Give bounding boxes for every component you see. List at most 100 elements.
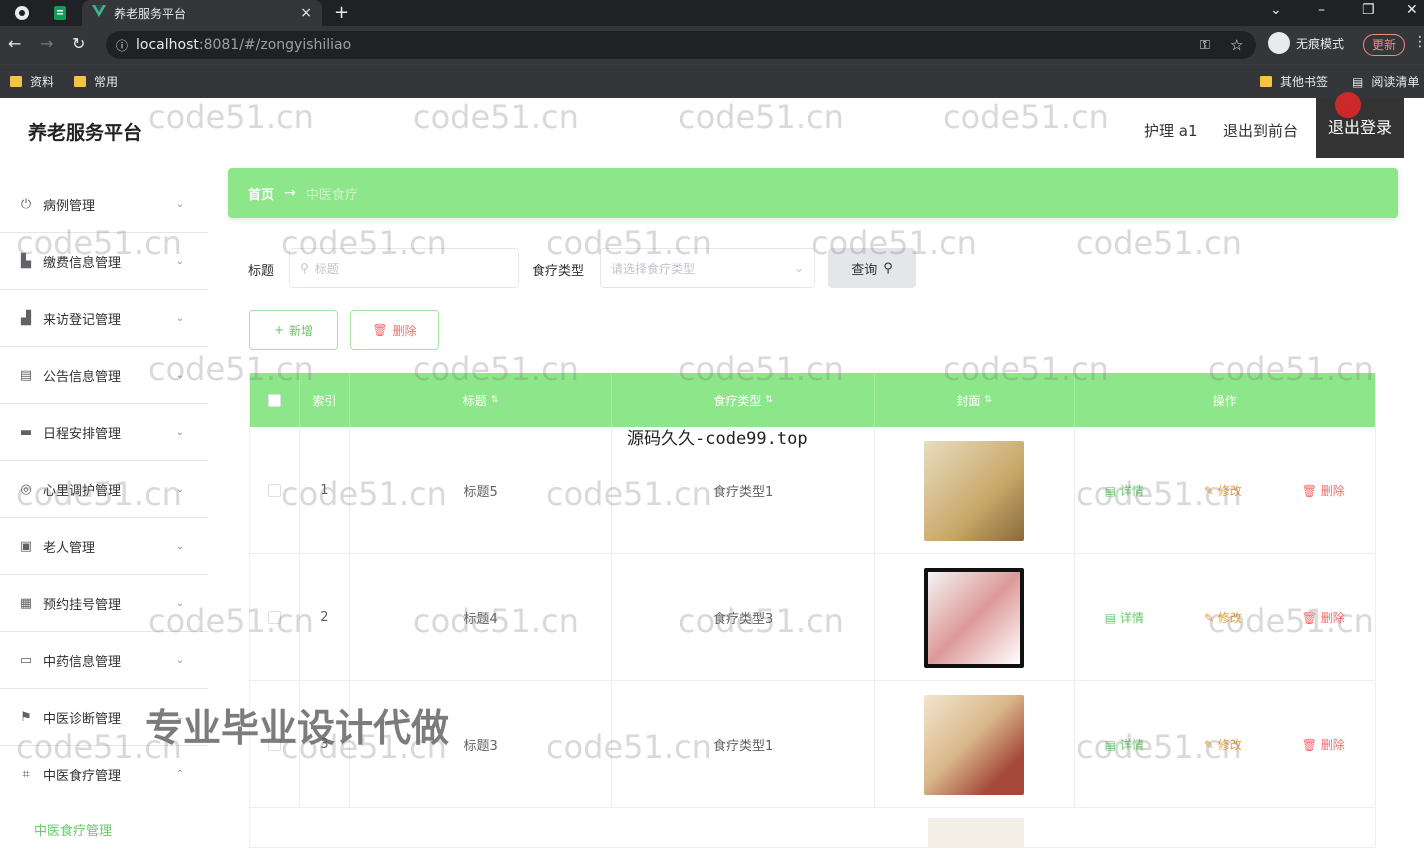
globe-icon[interactable]	[12, 3, 32, 23]
key-icon[interactable]: ⚿	[1200, 38, 1210, 53]
crop-icon: ⌗	[22, 767, 30, 782]
delete-button[interactable]: 🗑 删除	[1302, 482, 1345, 499]
row-checkbox[interactable]	[250, 554, 300, 681]
vue-icon	[92, 5, 106, 21]
sidebar-item-appointment[interactable]: ▦ 预约挂号管理 ⌄	[0, 575, 208, 632]
document-icon: ▣	[19, 538, 33, 554]
other-bookmarks[interactable]: 其他书签	[1260, 73, 1328, 90]
cell-index: 1	[300, 427, 350, 554]
chevron-up-icon: ⌃	[175, 769, 184, 780]
breadcrumb-arrow-icon: →	[284, 185, 296, 201]
sidebar-item-elderly[interactable]: ▣ 老人管理 ⌄	[0, 518, 208, 575]
sidebar-item-cases[interactable]: ⏻ 病例管理 ⌄	[0, 176, 208, 233]
bookmark-folder[interactable]: 常用	[74, 73, 118, 90]
forward-icon[interactable]: →	[40, 34, 53, 53]
breadcrumb-home[interactable]: 首页	[248, 184, 274, 203]
trash-icon: 🗑	[372, 323, 388, 337]
detail-button[interactable]: ▤ 详情	[1105, 482, 1144, 499]
cover-image[interactable]	[928, 818, 1024, 847]
sidebar-item-payment[interactable]: ▙ 缴费信息管理 ⌄	[0, 233, 208, 290]
sort-icon: ⇅	[765, 395, 773, 405]
sidebar-item-herbs[interactable]: ▭ 中药信息管理 ⌄	[0, 632, 208, 689]
restore-icon[interactable]: ❐	[1362, 2, 1375, 18]
type-select[interactable]: 请选择食疗类型 ⌄	[600, 248, 815, 288]
tab-bar: 养老服务平台 × + ⌄ – ❐ ✕	[0, 0, 1424, 26]
title-search-input[interactable]: ⚲ 标题	[289, 248, 519, 288]
edit-button[interactable]: ✎ 修改	[1204, 736, 1242, 753]
sidebar-item-notices[interactable]: ▤ 公告信息管理 ⌄	[0, 347, 208, 404]
col-actions: 操作	[1212, 393, 1237, 408]
row-checkbox[interactable]	[250, 681, 300, 808]
bookmark-folder[interactable]: 资料	[10, 73, 54, 90]
tab-close-icon[interactable]: ×	[300, 5, 312, 21]
incognito-badge[interactable]: 无痕模式	[1268, 32, 1344, 54]
select-all-checkbox[interactable]	[250, 373, 300, 427]
row-checkbox[interactable]	[250, 427, 300, 554]
briefcase-icon: ▬	[19, 424, 33, 440]
star-icon[interactable]: ☆	[1230, 36, 1243, 54]
batch-delete-button[interactable]: 🗑 删除	[350, 310, 439, 350]
menu-dots-icon[interactable]: ⋮	[1413, 34, 1424, 50]
search-form: 标题 ⚲ 标题 食疗类型 请选择食疗类型 ⌄ 查询 ⚲	[248, 248, 1148, 288]
reload-icon[interactable]: ↻	[72, 34, 85, 53]
tab-title: 养老服务平台	[114, 6, 187, 21]
col-cover[interactable]: 封面 ⇅	[875, 373, 1075, 427]
search-icon: ⚲	[883, 260, 893, 276]
sidebar-subitem-diet[interactable]: 中医食疗管理	[0, 803, 208, 855]
col-index: 索引	[300, 373, 350, 427]
new-tab-button[interactable]: +	[334, 2, 349, 23]
query-button[interactable]: 查询 ⚲	[828, 248, 916, 288]
delete-button[interactable]: 🗑 删除	[1302, 736, 1345, 753]
sheet-icon[interactable]	[50, 3, 70, 23]
chevron-down-icon: ⌄	[175, 369, 184, 381]
trash-icon: 🗑	[1301, 484, 1321, 498]
back-icon[interactable]: ←	[8, 34, 21, 53]
tab-search-icon[interactable]: ⌄	[1270, 2, 1282, 18]
col-type[interactable]: 食疗类型 ⇅	[612, 373, 875, 427]
edit-icon: ✎	[1203, 738, 1218, 752]
back-to-front-link[interactable]: 退出到前台	[1223, 120, 1298, 141]
edit-button[interactable]: ✎ 修改	[1204, 609, 1242, 626]
sidebar-item-diagnosis[interactable]: ⚑ 中医诊断管理 ⌄	[0, 689, 208, 746]
app-logo: 养老服务平台	[28, 122, 143, 144]
close-window-icon[interactable]: ✕	[1406, 2, 1418, 18]
reading-list[interactable]: ▤ 阅读清单	[1352, 73, 1419, 90]
sidebar-item-diet[interactable]: ⌗ 中医食疗管理 ⌃	[0, 746, 208, 803]
detail-button[interactable]: ▤ 详情	[1105, 609, 1144, 626]
info-icon[interactable]: ⓘ	[116, 37, 128, 54]
trash-icon: 🗑	[1301, 738, 1321, 752]
url-host: localhost	[136, 37, 199, 53]
table-row: 3 标题3 食疗类型1 ▤ 详情 ✎ 修改 🗑 删除	[250, 681, 1375, 808]
bookmarks-bar: 资料 常用 其他书签 ▤ 阅读清单	[0, 64, 1424, 98]
document-icon: ▤	[1104, 611, 1120, 625]
chevron-down-icon: ⌄	[175, 711, 184, 723]
table-header: 索引 标题 ⇅ 食疗类型 ⇅ 封面 ⇅ 操作	[250, 373, 1375, 427]
minimize-icon[interactable]: –	[1318, 2, 1325, 18]
add-button[interactable]: + 新增	[249, 310, 338, 350]
detail-button[interactable]: ▤ 详情	[1105, 736, 1144, 753]
cover-image[interactable]	[924, 694, 1025, 795]
type-label: 食疗类型	[532, 264, 585, 279]
edit-icon: ✎	[1203, 484, 1218, 498]
delete-button[interactable]: 🗑 删除	[1302, 609, 1345, 626]
sidebar-item-visitors[interactable]: ▟ 来访登记管理 ⌄	[0, 290, 208, 347]
app: 养老服务平台 护理 a1 退出到前台 退出登录 ⏻ 病例管理 ⌄ ▙ 缴费信息管理 ⌄ …	[0, 98, 1424, 848]
tab-active[interactable]: 养老服务平台 ×	[82, 0, 322, 26]
cover-image[interactable]	[924, 567, 1025, 668]
update-button[interactable]: 更新	[1363, 34, 1405, 56]
address-bar[interactable]: ⓘ localhost :8081/#/zongyishiliao ⚿ ☆	[106, 31, 1256, 59]
sidebar: ⏻ 病例管理 ⌄ ▙ 缴费信息管理 ⌄ ▟ 来访登记管理 ⌄ ▤ 公告信息管理 ⌄ ▬ 日程安排管…	[0, 176, 208, 848]
edit-button[interactable]: ✎ 修改	[1204, 482, 1242, 499]
card-icon: ▭	[19, 652, 33, 668]
chevron-down-icon: ⌄	[175, 540, 184, 552]
table-row: 2 标题4 食疗类型3 ▤ 详情 ✎ 修改 🗑 删除	[250, 554, 1375, 681]
sort-icon: ⇅	[490, 395, 499, 405]
data-table: 索引 标题 ⇅ 食疗类型 ⇅ 封面 ⇅ 操作 1 标题5 食疗类型1 ▤ 详情 ✎ 修…	[249, 373, 1376, 848]
sidebar-item-schedule[interactable]: ▬ 日程安排管理 ⌄	[0, 404, 208, 461]
sidebar-item-psych[interactable]: ◎ 心里调护管理 ⌄	[0, 461, 208, 518]
col-title[interactable]: 标题 ⇅	[350, 373, 613, 427]
cell-cover	[875, 427, 1075, 554]
cell-type: 食疗类型1	[612, 681, 875, 808]
cover-image[interactable]	[924, 440, 1025, 541]
top-header: 养老服务平台 护理 a1 退出到前台 退出登录	[0, 98, 1424, 162]
